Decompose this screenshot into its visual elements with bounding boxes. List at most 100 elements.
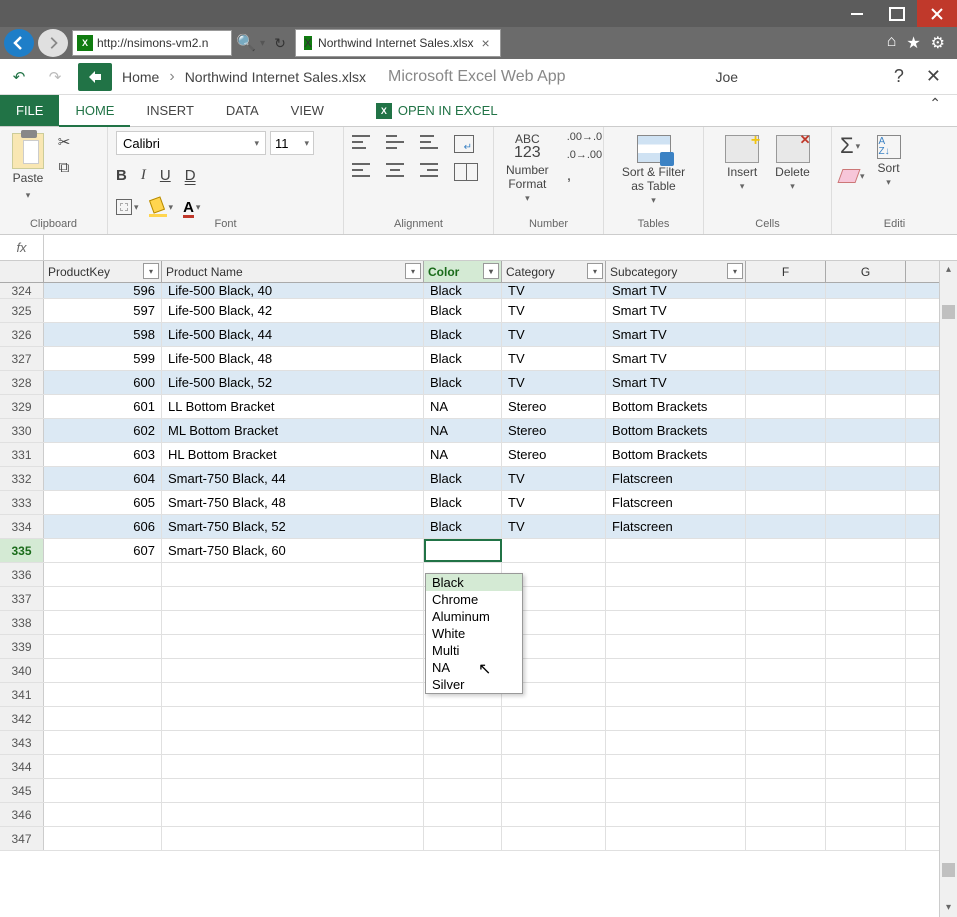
favorites-icon[interactable]: ★ bbox=[906, 33, 920, 53]
row-number[interactable]: 325 bbox=[0, 299, 44, 322]
cell-empty[interactable] bbox=[502, 731, 606, 754]
filter-button[interactable]: ▾ bbox=[587, 263, 603, 279]
cell-empty[interactable] bbox=[606, 827, 746, 850]
cell-empty[interactable] bbox=[826, 587, 906, 610]
cell-category[interactable]: Stereo bbox=[502, 419, 606, 442]
paste-button[interactable]: Paste bbox=[8, 131, 48, 203]
cell-subcategory[interactable]: Smart TV bbox=[606, 323, 746, 346]
search-icon[interactable]: 🔍 bbox=[236, 33, 256, 53]
paste-dropdown-icon[interactable] bbox=[26, 187, 31, 201]
cell-empty[interactable] bbox=[162, 827, 424, 850]
scroll-thumb[interactable] bbox=[942, 863, 955, 877]
cell-empty[interactable] bbox=[746, 283, 826, 298]
cell-empty[interactable] bbox=[44, 587, 162, 610]
row-number[interactable]: 346 bbox=[0, 803, 44, 826]
cell-empty[interactable] bbox=[162, 707, 424, 730]
cell-empty[interactable] bbox=[746, 587, 826, 610]
cell-subcategory[interactable]: Flatscreen bbox=[606, 467, 746, 490]
borders-button[interactable]: ▾ bbox=[116, 199, 139, 215]
align-top-button[interactable] bbox=[352, 135, 370, 153]
cell-empty[interactable] bbox=[424, 731, 502, 754]
filter-button[interactable]: ▾ bbox=[727, 263, 743, 279]
cell-productkey[interactable]: 598 bbox=[44, 323, 162, 346]
cell-category[interactable]: TV bbox=[502, 347, 606, 370]
cell-productname[interactable]: HL Bottom Bracket bbox=[162, 443, 424, 466]
cell-empty[interactable] bbox=[826, 467, 906, 490]
dropdown-option[interactable]: Black bbox=[426, 574, 522, 591]
column-header-subcategory[interactable]: Subcategory▾ bbox=[606, 261, 746, 282]
cell-empty[interactable] bbox=[746, 491, 826, 514]
url-dropdown-icon[interactable]: ▾ bbox=[260, 38, 265, 49]
cell-empty[interactable] bbox=[424, 803, 502, 826]
clear-button[interactable]: ▾ bbox=[840, 169, 865, 183]
cell-color[interactable]: Black bbox=[424, 467, 502, 490]
row-number[interactable]: 327 bbox=[0, 347, 44, 370]
copy-button[interactable]: ⧉ bbox=[54, 159, 74, 176]
cell-empty[interactable] bbox=[826, 755, 906, 778]
scroll-up-button[interactable]: ▴ bbox=[940, 261, 957, 279]
align-left-button[interactable] bbox=[352, 163, 370, 181]
cell-empty[interactable] bbox=[826, 371, 906, 394]
filter-button[interactable]: ▾ bbox=[405, 263, 421, 279]
cell-category[interactable]: TV bbox=[502, 299, 606, 322]
align-right-button[interactable] bbox=[420, 163, 438, 181]
tab-close-icon[interactable]: × bbox=[479, 35, 491, 51]
cell-empty[interactable] bbox=[826, 419, 906, 442]
number-format-button[interactable]: ABC123 Number Format ▾ bbox=[502, 131, 553, 206]
row-number[interactable]: 330 bbox=[0, 419, 44, 442]
cell-empty[interactable] bbox=[424, 707, 502, 730]
cell-color[interactable]: Black bbox=[424, 283, 502, 298]
cell-empty[interactable] bbox=[746, 395, 826, 418]
cell-empty[interactable] bbox=[746, 299, 826, 322]
cell-empty[interactable] bbox=[502, 803, 606, 826]
back-button[interactable] bbox=[4, 29, 34, 57]
cell-color-editing[interactable]: ▾ bbox=[424, 539, 502, 562]
row-number[interactable]: 329 bbox=[0, 395, 44, 418]
increase-decimal-button[interactable]: .00→.0 bbox=[567, 131, 602, 143]
cell-empty[interactable] bbox=[746, 611, 826, 634]
cell-empty[interactable] bbox=[746, 659, 826, 682]
cell-category[interactable]: Stereo bbox=[502, 395, 606, 418]
filter-button[interactable]: ▾ bbox=[483, 263, 499, 279]
row-number[interactable]: 326 bbox=[0, 323, 44, 346]
breadcrumb-file[interactable]: Northwind Internet Sales.xlsx bbox=[185, 69, 366, 85]
cell-empty[interactable] bbox=[606, 731, 746, 754]
cell-empty[interactable] bbox=[606, 635, 746, 658]
tab-home[interactable]: HOME bbox=[59, 95, 130, 127]
cell-subcategory[interactable]: Bottom Brackets bbox=[606, 395, 746, 418]
cell-empty[interactable] bbox=[826, 683, 906, 706]
cell-productname[interactable]: LL Bottom Bracket bbox=[162, 395, 424, 418]
cell-empty[interactable] bbox=[44, 731, 162, 754]
row-number[interactable]: 344 bbox=[0, 755, 44, 778]
cell-subcategory[interactable]: Smart TV bbox=[606, 283, 746, 298]
cell-empty[interactable] bbox=[826, 611, 906, 634]
cell-empty[interactable] bbox=[826, 635, 906, 658]
cell-empty[interactable] bbox=[162, 779, 424, 802]
column-header-color[interactable]: Color▾ bbox=[424, 261, 502, 282]
cell-productkey[interactable]: 597 bbox=[44, 299, 162, 322]
settings-gear-icon[interactable]: ⚙ bbox=[931, 33, 945, 53]
cell-empty[interactable] bbox=[746, 371, 826, 394]
cell-category[interactable] bbox=[502, 539, 606, 562]
cell-productkey[interactable]: 602 bbox=[44, 419, 162, 442]
cell-empty[interactable] bbox=[502, 827, 606, 850]
cell-productkey[interactable]: 603 bbox=[44, 443, 162, 466]
row-number[interactable]: 332 bbox=[0, 467, 44, 490]
tab-view[interactable]: VIEW bbox=[275, 95, 340, 126]
row-number[interactable]: 333 bbox=[0, 491, 44, 514]
cell-empty[interactable] bbox=[424, 827, 502, 850]
dropdown-option[interactable]: Silver bbox=[426, 676, 522, 693]
cell-category[interactable]: Stereo bbox=[502, 443, 606, 466]
merge-button[interactable] bbox=[454, 163, 478, 181]
cell-empty[interactable] bbox=[162, 659, 424, 682]
cell-subcategory[interactable]: Smart TV bbox=[606, 347, 746, 370]
sort-button[interactable]: AZ↓ Sort ▾ bbox=[873, 133, 905, 190]
column-header-f[interactable]: F bbox=[746, 261, 826, 282]
forward-button[interactable] bbox=[38, 29, 68, 57]
cell-empty[interactable] bbox=[826, 323, 906, 346]
cell-empty[interactable] bbox=[606, 683, 746, 706]
cell-empty[interactable] bbox=[746, 539, 826, 562]
row-number[interactable]: 324 bbox=[0, 283, 44, 298]
comma-style-button[interactable]: , bbox=[567, 167, 602, 185]
cell-productname[interactable]: Life-500 Black, 48 bbox=[162, 347, 424, 370]
